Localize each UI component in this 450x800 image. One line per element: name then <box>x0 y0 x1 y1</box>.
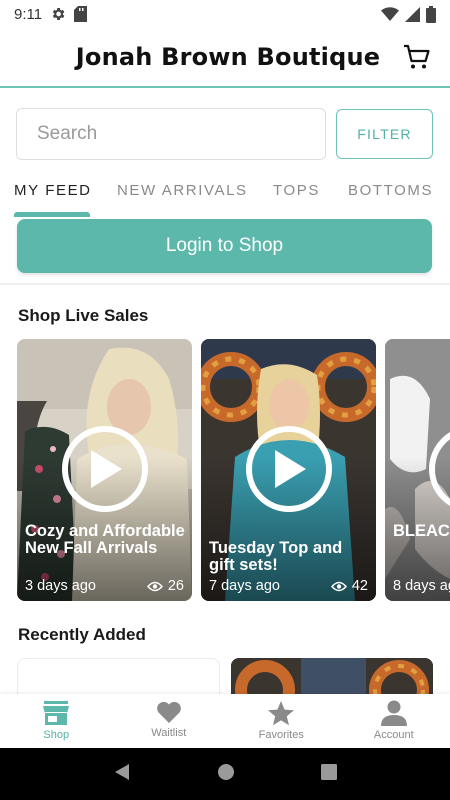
card-meta: 7 days ago 42 <box>209 578 368 594</box>
filter-button[interactable]: FILTER <box>336 109 433 159</box>
nav-label: Favorites <box>258 729 304 741</box>
gear-icon <box>50 6 66 22</box>
status-bar: 9:11 <box>0 0 450 28</box>
card-age: 7 days ago <box>209 578 280 594</box>
card-title: Cozy and Affordable New Fall Arrivals <box>25 522 185 557</box>
search-row: FILTER <box>16 108 434 160</box>
eye-icon <box>330 581 347 591</box>
card-title: Tuesday Top and gift sets! <box>209 539 343 574</box>
tab-tops[interactable]: TOPS <box>273 182 320 199</box>
status-time: 9:11 <box>14 5 43 23</box>
live-sale-card[interactable]: BLEACHED sweatshirts YOU NEED! 8 days ag… <box>385 339 450 601</box>
tab-new-arrivals[interactable]: NEW ARRIVALS <box>117 182 248 199</box>
card-title: BLEACHED sweatshirts YOU NEED! <box>393 523 450 540</box>
nav-account[interactable]: Account <box>338 694 450 748</box>
play-icon <box>90 450 122 488</box>
cart-icon <box>404 44 430 69</box>
category-tabs: MY FEED NEW ARRIVALS TOPS BOTTOMS <box>0 176 450 217</box>
store-icon <box>43 701 70 725</box>
battery-icon <box>426 5 436 23</box>
live-sale-card[interactable]: Tuesday Top and gift sets! 7 days ago 42 <box>201 339 376 601</box>
recents-icon[interactable] <box>321 763 337 785</box>
nav-shop[interactable]: Shop <box>0 694 113 748</box>
card-view-count: 42 <box>351 578 368 594</box>
nav-label: Account <box>373 729 414 741</box>
nav-label: Shop <box>43 729 70 741</box>
card-views: 26 <box>146 578 184 594</box>
tab-active-indicator <box>14 212 90 217</box>
section-divider <box>0 283 450 285</box>
card-meta: 8 days ago <box>393 578 450 594</box>
card-meta: 3 days ago 26 <box>25 578 184 594</box>
signal-icon <box>405 6 420 22</box>
system-nav-bar <box>0 748 450 800</box>
live-sales-heading: Shop Live Sales <box>18 306 149 325</box>
login-to-shop-button[interactable]: Login to Shop <box>17 219 432 273</box>
page-title: Jonah Brown Boutique <box>75 43 381 71</box>
play-button[interactable] <box>245 426 332 512</box>
recently-added-heading: Recently Added <box>18 625 146 644</box>
product-image <box>231 658 433 694</box>
recent-item-card[interactable] <box>17 658 220 694</box>
person-icon <box>380 700 407 726</box>
tab-bottoms[interactable]: BOTTOMS <box>348 182 433 199</box>
app-header: Jonah Brown Boutique <box>0 28 450 88</box>
back-icon[interactable] <box>113 763 131 786</box>
card-view-count: 26 <box>167 578 184 594</box>
play-button[interactable] <box>61 426 148 512</box>
cart-button[interactable] <box>402 42 432 72</box>
card-age: 8 days ago <box>393 578 450 594</box>
nav-waitlist[interactable]: Waitlist <box>113 694 226 748</box>
search-input[interactable] <box>16 108 326 160</box>
heart-icon <box>156 701 181 723</box>
live-sale-card[interactable]: Cozy and Affordable New Fall Arrivals 3 … <box>17 339 192 601</box>
nav-favorites[interactable]: Favorites <box>225 694 338 748</box>
card-views: 42 <box>330 578 368 594</box>
home-icon[interactable] <box>217 763 235 786</box>
card-age: 3 days ago <box>25 578 96 594</box>
recent-item-card[interactable] <box>231 658 433 694</box>
play-icon <box>274 450 306 488</box>
nav-label: Waitlist <box>151 727 187 739</box>
bottom-nav: Shop Waitlist Favorites Account <box>0 694 450 748</box>
eye-icon <box>146 581 163 591</box>
tab-my-feed[interactable]: MY FEED <box>14 182 92 199</box>
wifi-icon <box>381 7 399 21</box>
star-icon <box>268 701 295 726</box>
sd-card-icon <box>74 6 88 22</box>
